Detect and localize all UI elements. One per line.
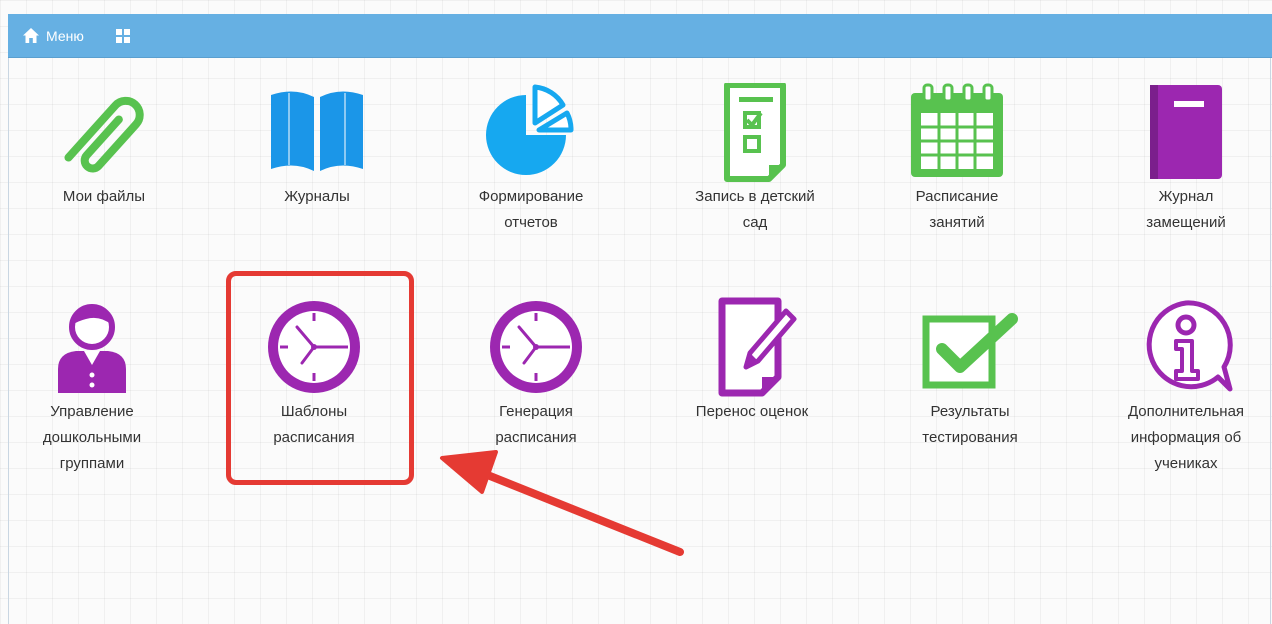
paperclip-icon (54, 83, 154, 183)
tile-label: Мои файлы (62, 188, 146, 205)
tile-label: Журнал замещений (1146, 188, 1226, 231)
grid-icon (115, 28, 130, 43)
open-book-icon (267, 83, 367, 183)
calendar-icon (907, 83, 1007, 183)
tile-label: Расписание занятий (915, 188, 999, 231)
tile-schedule-generation[interactable]: Генерация расписания (461, 297, 611, 451)
tile-label: Журналы (284, 188, 350, 205)
tile-substitution-journal[interactable]: Журнал замещений (1111, 83, 1261, 236)
annotation-arrow-icon (440, 450, 684, 556)
checkbox-check-icon (920, 297, 1020, 397)
tile-label: Формирование отчетов (478, 188, 584, 231)
home-icon (23, 28, 39, 43)
tile-label: Результаты тестирования (922, 403, 1018, 446)
menu-button[interactable]: Меню (23, 28, 84, 44)
tile-student-extra-info[interactable]: Дополнительная информация об учениках (1111, 297, 1261, 477)
tile-label: Генерация расписания (495, 403, 577, 446)
frame-border-left (8, 57, 9, 624)
menu-label: Меню (46, 27, 84, 44)
tile-grade-transfer[interactable]: Перенос оценок (677, 297, 827, 425)
tile-label: Шаблоны расписания (273, 403, 355, 446)
tile-label: Запись в детский сад (695, 188, 815, 231)
tile-reports[interactable]: Формирование отчетов (456, 83, 606, 236)
clock-icon (486, 297, 586, 397)
tile-label: Перенос оценок (695, 403, 809, 420)
tile-my-files[interactable]: Мои файлы (29, 83, 179, 210)
tile-class-schedule[interactable]: Расписание занятий (882, 83, 1032, 236)
tile-kindergarten-enroll[interactable]: Запись в детский сад (680, 83, 830, 236)
grid-view-button[interactable] (115, 28, 130, 43)
frame-border-right (1270, 57, 1271, 624)
journal-book-icon (1136, 83, 1236, 183)
document-pencil-icon (702, 297, 802, 397)
top-menu-bar: Меню (8, 14, 1272, 58)
tile-schedule-templates[interactable]: Шаблоны расписания (239, 297, 389, 451)
tile-preschool-groups[interactable]: Управление дошкольными группами (17, 297, 167, 477)
person-icon (42, 297, 142, 397)
tile-journals[interactable]: Журналы (242, 83, 392, 210)
clock-icon (264, 297, 364, 397)
tile-test-results[interactable]: Результаты тестирования (895, 297, 1045, 451)
checklist-document-icon (705, 83, 805, 183)
tile-label: Дополнительная информация об учениках (1127, 403, 1245, 472)
pie-chart-icon (481, 83, 581, 183)
info-bubble-icon (1136, 297, 1236, 397)
tile-label: Управление дошкольными группами (42, 403, 142, 472)
